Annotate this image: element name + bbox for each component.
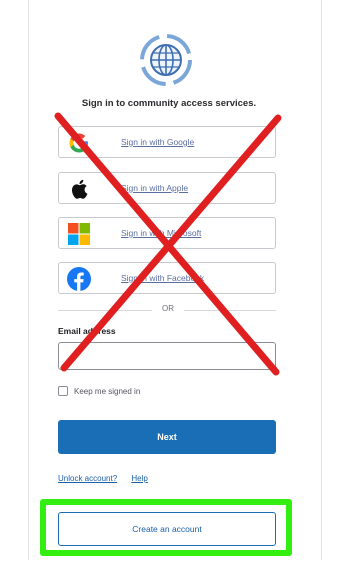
keep-signed-in-checkbox[interactable] [58,386,68,396]
google-icon [67,131,91,155]
sign-in-google-button[interactable]: Sign in with Google [58,126,276,158]
microsoft-icon [67,222,91,246]
sign-in-microsoft-label: Sign in with Microsoft [121,228,202,238]
or-divider-text: OR [162,304,174,313]
next-button[interactable]: Next [58,420,276,454]
help-link[interactable]: Help [131,474,147,483]
email-label: Email address [58,326,116,336]
sign-in-facebook-button[interactable]: Sign in with Facebook [58,262,276,294]
keep-signed-in-row[interactable]: Keep me signed in [58,386,140,396]
divider-line-right [184,310,276,311]
unlock-account-link[interactable]: Unlock account? [58,474,117,483]
sign-in-apple-label: Sign in with Apple [121,183,189,193]
page-heading: Sign in to community access services. [81,98,257,109]
facebook-icon [67,267,91,291]
sign-in-microsoft-button[interactable]: Sign in with Microsoft [58,217,276,249]
sign-in-apple-button[interactable]: Sign in with Apple [58,172,276,204]
help-links: Unlock account? Help [58,474,160,483]
create-account-button[interactable]: Create an account [58,512,276,546]
email-input[interactable] [58,342,276,370]
apple-icon [67,177,91,201]
divider-line-left [58,310,152,311]
sign-in-facebook-label: Sign in with Facebook [121,273,205,283]
globe-logo-icon [140,34,192,86]
sign-in-google-label: Sign in with Google [121,137,195,147]
keep-signed-in-label: Keep me signed in [74,386,141,396]
